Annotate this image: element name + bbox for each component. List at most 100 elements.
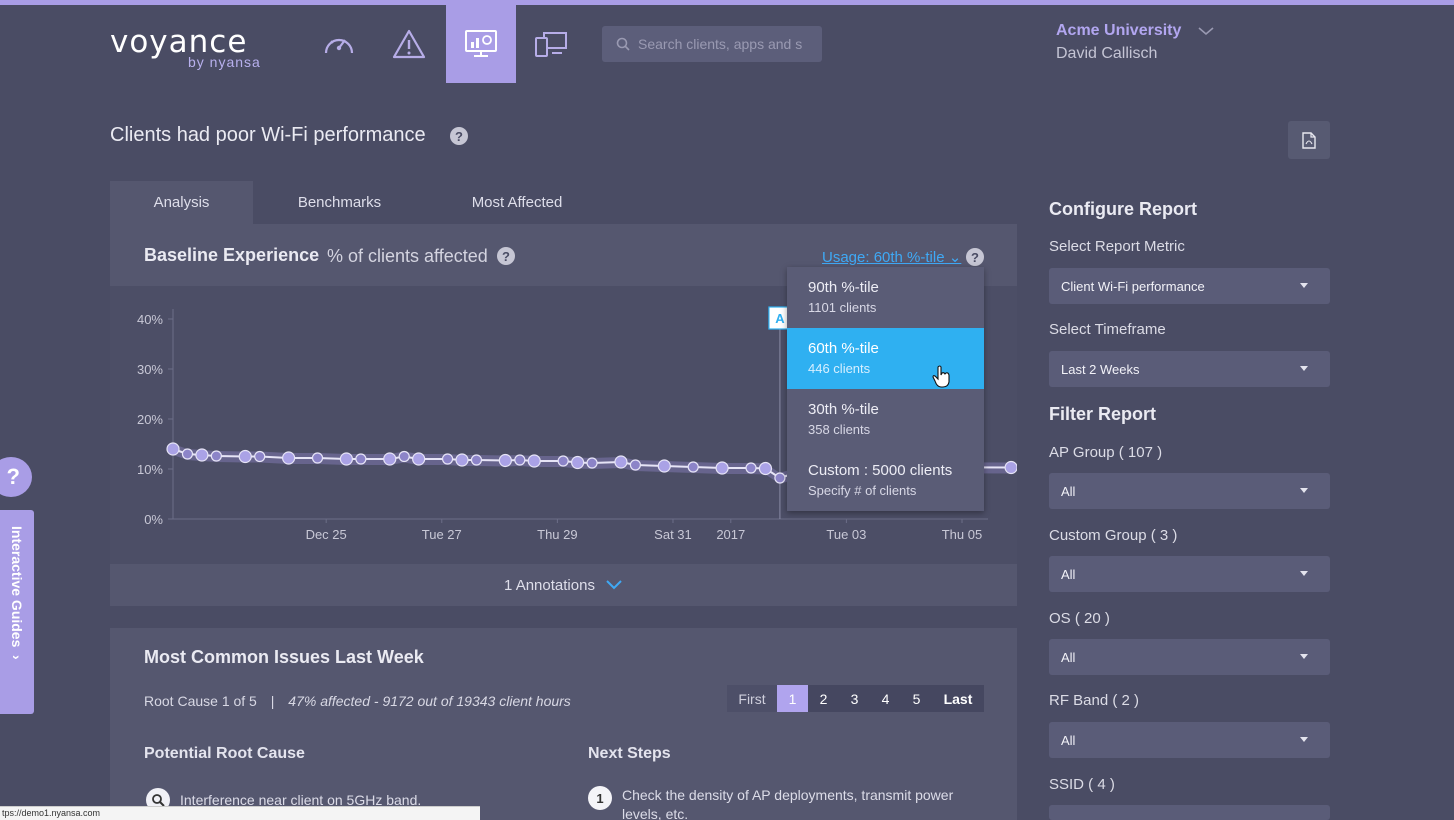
- x-tick-label: Tue 27: [422, 527, 462, 542]
- data-point: [339, 452, 354, 466]
- filter-value: All: [1061, 566, 1076, 582]
- potential-root-cause-title: Potential Root Cause: [144, 745, 305, 762]
- option-sub: 446 clients: [808, 361, 871, 376]
- help-icon[interactable]: ?: [497, 247, 515, 265]
- step-text: Check the density of AP deployments, tra…: [622, 787, 954, 820]
- page-first-button[interactable]: First: [727, 685, 777, 712]
- usage-option-30th[interactable]: 30th %-tile 358 clients: [787, 389, 984, 450]
- y-tick-label: 40%: [137, 312, 163, 327]
- data-point: [441, 453, 454, 465]
- usage-option-custom[interactable]: Custom : 5000 clients Specify # of clien…: [787, 450, 984, 511]
- usage-dropdown-link[interactable]: Usage: 60th %-tile ⌄: [822, 248, 961, 266]
- annotation-marker-label: A: [775, 311, 785, 326]
- chevron-down-icon: [606, 580, 622, 590]
- option-sub: Specify # of clients: [808, 483, 917, 498]
- data-point: [657, 459, 671, 473]
- annotations-toggle[interactable]: 1 Annotations: [110, 564, 1017, 606]
- filter-ap-group-select[interactable]: All: [1049, 473, 1330, 509]
- y-tick-label: 20%: [137, 412, 163, 427]
- nav-analytics[interactable]: [446, 5, 516, 83]
- hand-cursor-icon: [932, 365, 950, 388]
- page-1-button[interactable]: 1: [777, 685, 808, 712]
- devices-icon: [535, 32, 567, 57]
- tab-analysis[interactable]: Analysis: [110, 181, 253, 224]
- help-icon[interactable]: ?: [450, 127, 468, 145]
- data-point: [745, 462, 757, 474]
- usage-option-90th[interactable]: 90th %-tile 1101 clients: [787, 267, 984, 328]
- page-3-button[interactable]: 3: [839, 685, 870, 712]
- guides-text: Interactive Guides: [9, 526, 25, 648]
- data-point: [412, 452, 426, 466]
- data-point: [455, 453, 469, 467]
- org-name[interactable]: Acme University: [1056, 22, 1181, 40]
- data-point: [398, 450, 410, 463]
- filter-ssid-select[interactable]: [1049, 805, 1330, 820]
- tab-most-affected[interactable]: Most Affected: [447, 181, 587, 224]
- search-icon: [616, 37, 630, 51]
- metric-label: Select Report Metric: [1049, 238, 1185, 255]
- filter-rf-band-label: RF Band ( 2 ): [1049, 692, 1140, 709]
- search-box[interactable]: [602, 26, 822, 62]
- filter-custom-group-select[interactable]: All: [1049, 556, 1330, 592]
- data-point: [758, 461, 773, 476]
- data-point: [498, 453, 512, 468]
- page-title: Clients had poor Wi-Fi performance: [110, 124, 426, 146]
- data-point: [181, 448, 194, 460]
- filter-os-select[interactable]: All: [1049, 639, 1330, 675]
- speedometer-icon: [324, 38, 354, 54]
- pagination: First 1 2 3 4 5 Last: [727, 685, 984, 712]
- usage-option-60th[interactable]: 60th %-tile 446 clients: [787, 328, 984, 389]
- voyance-logo[interactable]: voyance by nyansa: [110, 26, 260, 70]
- tab-benchmarks[interactable]: Benchmarks: [268, 181, 411, 224]
- metric-value: Client Wi-Fi performance: [1061, 278, 1205, 294]
- data-point: [629, 459, 642, 471]
- chevron-right-icon: ›: [9, 655, 25, 661]
- option-label: 60th %-tile: [808, 340, 879, 357]
- chevron-down-icon[interactable]: [1197, 25, 1215, 37]
- data-point: [166, 442, 180, 456]
- browser-status-url: tps://demo1.nyansa.com: [0, 806, 480, 820]
- timeframe-label: Select Timeframe: [1049, 321, 1166, 338]
- baseline-title: Baseline Experience: [144, 245, 320, 265]
- filter-value: All: [1061, 483, 1076, 499]
- root-cause-count: Root Cause 1 of 5: [144, 693, 257, 709]
- x-tick-label: Thu 29: [537, 527, 577, 542]
- caret-down-icon: [1300, 737, 1308, 742]
- metric-select[interactable]: Client Wi-Fi performance: [1049, 268, 1330, 304]
- separator: |: [270, 693, 275, 709]
- nav-alerts[interactable]: [374, 5, 444, 83]
- caret-down-icon: [1300, 488, 1308, 493]
- page-5-button[interactable]: 5: [901, 685, 932, 712]
- next-steps-title: Next Steps: [588, 745, 671, 762]
- data-point: [470, 454, 483, 466]
- caret-down-icon: [1300, 283, 1308, 288]
- page-2-button[interactable]: 2: [808, 685, 839, 712]
- nav-dashboard[interactable]: [304, 5, 374, 83]
- data-point: [571, 455, 585, 470]
- filter-rf-band-select[interactable]: All: [1049, 722, 1330, 758]
- monitor-analytics-icon: [465, 30, 497, 57]
- data-point: [586, 457, 598, 469]
- export-pdf-button[interactable]: [1288, 121, 1330, 159]
- filter-ap-group-label: AP Group ( 107 ): [1049, 444, 1163, 461]
- data-point: [687, 461, 699, 473]
- annotations-label: 1 Annotations: [504, 576, 595, 594]
- option-label: Custom : 5000 clients: [808, 462, 953, 479]
- page-4-button[interactable]: 4: [870, 685, 901, 712]
- caret-down-icon: [1300, 654, 1308, 659]
- x-tick-label: Tue 03: [826, 527, 866, 542]
- interactive-guides-label[interactable]: Interactive Guides ›: [2, 526, 32, 704]
- help-icon[interactable]: ?: [966, 248, 984, 266]
- x-tick-label: Thu 05: [942, 527, 982, 542]
- next-step-item: 1 Check the density of AP deployments, t…: [588, 786, 988, 820]
- guide-help-bubble[interactable]: ?: [0, 457, 32, 497]
- timeframe-select[interactable]: Last 2 Weeks: [1049, 351, 1330, 387]
- option-label: 90th %-tile: [808, 279, 879, 296]
- search-input[interactable]: [638, 36, 808, 52]
- affected-summary: 47% affected - 9172 out of 19343 client …: [288, 693, 571, 709]
- page-last-button[interactable]: Last: [932, 685, 984, 712]
- configure-report-title: Configure Report: [1049, 199, 1197, 219]
- pdf-icon: [1302, 131, 1316, 149]
- filter-custom-group-label: Custom Group ( 3 ): [1049, 527, 1178, 544]
- nav-devices[interactable]: [516, 5, 586, 83]
